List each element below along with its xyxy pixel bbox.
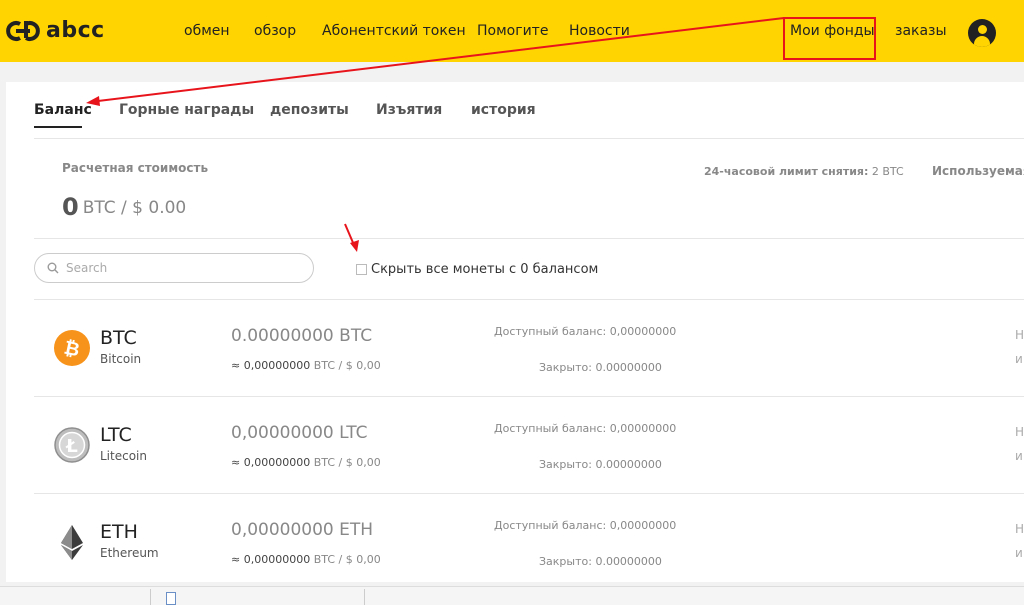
ethereum-icon (61, 525, 83, 560)
estimated-value-zero: 0 (62, 193, 79, 221)
coin-row-ltc[interactable]: Ł LTC Litecoin 0,00000000 LTC ≈ 0,000000… (34, 397, 1024, 493)
svg-text:Ł: Ł (65, 436, 78, 457)
bitcoin-icon: ₿ (54, 330, 90, 366)
funds-panel: Баланс Горные награды депозиты Изъятия и… (6, 82, 1024, 582)
cut-off-text: и (1015, 449, 1023, 463)
hide-zero-checkbox[interactable] (356, 264, 367, 275)
search-input[interactable] (64, 260, 288, 276)
cut-off-text: Н (1015, 425, 1024, 439)
user-avatar-icon[interactable] (968, 19, 996, 47)
estimated-value-rest: BTC / $ 0.00 (82, 198, 187, 218)
litecoin-icon: Ł (54, 427, 90, 463)
file-icon (166, 592, 176, 605)
tab-history[interactable]: история (471, 102, 536, 118)
available-balance: Доступный баланс: 0,00000000 (494, 422, 677, 435)
locked-balance: Закрыто: 0.00000000 (539, 361, 662, 374)
nav-exchange[interactable]: обмен (184, 23, 230, 39)
coin-name: Litecoin (100, 449, 147, 463)
coin-row-btc[interactable]: ₿ BTC Bitcoin 0.00000000 BTC ≈ 0,0000000… (34, 300, 1024, 396)
abcc-logo-icon (6, 20, 40, 41)
coin-symbol: BTC (100, 327, 137, 349)
bottom-bar (0, 586, 1024, 605)
cut-off-text: Н (1015, 328, 1024, 342)
withdrawal-limit-label: 24-часовой лимит снятия: (704, 165, 869, 178)
nav-help[interactable]: Помогите (477, 23, 548, 39)
tabs-divider (34, 138, 1024, 139)
coin-amount: 0,00000000 LTC (231, 423, 368, 443)
abcc-logo[interactable]: abcc (6, 18, 105, 43)
available-balance: Доступный баланс: 0,00000000 (494, 325, 677, 338)
bottom-separator (364, 589, 365, 605)
coin-name: Ethereum (100, 546, 159, 560)
coin-amount: 0.00000000 BTC (231, 326, 373, 346)
tab-deposits[interactable]: депозиты (270, 102, 349, 118)
nav-news[interactable]: Новости (569, 23, 630, 39)
coin-name: Bitcoin (100, 352, 142, 366)
logo-text: abcc (46, 18, 105, 43)
search-box[interactable] (34, 253, 314, 283)
nav-subscription-token[interactable]: Абонентский токен (322, 23, 466, 39)
bottom-separator (150, 589, 151, 605)
coin-symbol: LTC (100, 424, 132, 446)
nav-orders[interactable]: заказы (895, 23, 947, 39)
tab-withdrawals[interactable]: Изъятия (376, 102, 442, 118)
tab-balance[interactable]: Баланс (34, 102, 92, 118)
estimated-value-label: Расчетная стоимость (62, 161, 209, 175)
tab-mining-rewards[interactable]: Горные награды (119, 102, 254, 118)
hide-zero-label: Скрыть все монеты с 0 балансом (371, 262, 599, 277)
locked-balance: Закрыто: 0.00000000 (539, 458, 662, 471)
used-label: Используемая (932, 164, 1024, 178)
coin-row-eth[interactable]: ETH Ethereum 0,00000000 ETH ≈ 0,00000000… (34, 494, 1024, 590)
withdrawal-limit: 24-часовой лимит снятия: 2 BTC (704, 165, 904, 178)
coin-approx-value: ≈ 0,00000000 BTC / $ 0,00 (231, 553, 381, 566)
coin-symbol: ETH (100, 521, 138, 543)
nav-overview[interactable]: обзор (254, 23, 296, 39)
summary-divider (34, 238, 1024, 239)
coin-approx-value: ≈ 0,00000000 BTC / $ 0,00 (231, 456, 381, 469)
cut-off-text: и (1015, 352, 1023, 366)
withdrawal-limit-value: 2 BTC (871, 165, 904, 178)
coin-amount: 0,00000000 ETH (231, 520, 374, 540)
active-tab-underline (34, 126, 82, 128)
search-icon (47, 262, 59, 274)
my-funds-highlight-box (783, 17, 876, 60)
coin-approx-value: ≈ 0,00000000 BTC / $ 0,00 (231, 359, 381, 372)
cut-off-text: Н (1015, 522, 1024, 536)
locked-balance: Закрыто: 0.00000000 (539, 555, 662, 568)
hide-zero-balance-option[interactable]: Скрыть все монеты с 0 балансом (356, 262, 598, 277)
available-balance: Доступный баланс: 0,00000000 (494, 519, 677, 532)
cut-off-text: и (1015, 546, 1023, 560)
top-navigation-bar: abcc обмен обзор Абонентский токен Помог… (0, 0, 1024, 62)
estimated-value: 0 BTC / $ 0.00 (62, 193, 186, 221)
